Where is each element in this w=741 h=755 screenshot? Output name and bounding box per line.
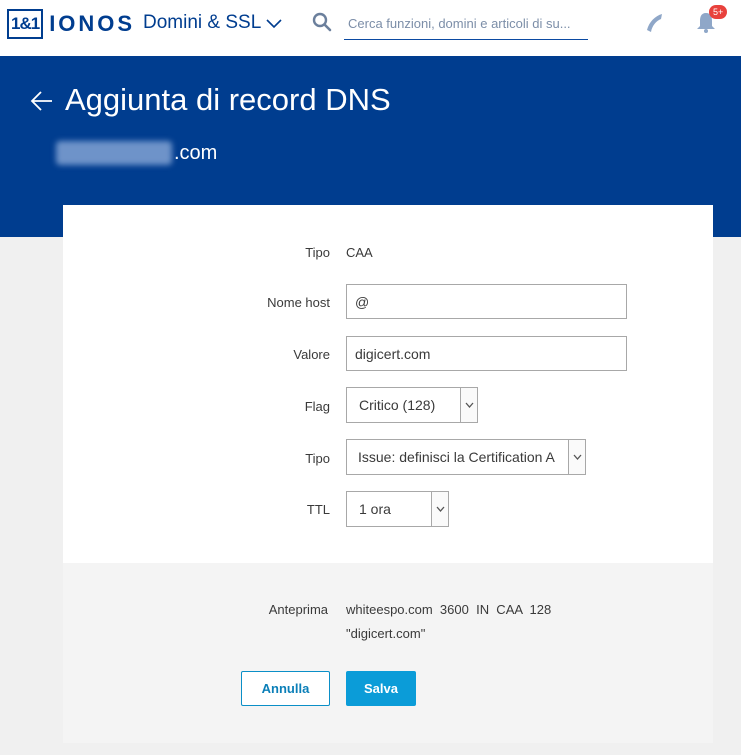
value-input[interactable]: [346, 336, 627, 371]
host-label: Nome host: [267, 295, 330, 310]
tag-select[interactable]: Issue: definisci la Certification A: [346, 439, 586, 475]
search-input[interactable]: [344, 7, 588, 40]
domain-name: .com: [56, 141, 217, 165]
product-label: Domini & SSL: [143, 12, 262, 33]
page-title: Aggiunta di record DNS: [65, 82, 391, 117]
flag-label: Flag: [304, 399, 330, 414]
notification-badge: 5+: [709, 5, 728, 19]
top-navigation-bar: 1&1 IONOS Domini & SSL 5+: [0, 0, 741, 56]
preview-record-line: whiteespo.com 3600 IN CAA 128: [346, 602, 552, 617]
product-menu[interactable]: Domini & SSL: [143, 12, 282, 34]
tag-selected-value: Issue: definisci la Certification A: [358, 449, 555, 465]
domain-suffix: .com: [174, 141, 218, 164]
phone-icon[interactable]: [643, 11, 667, 35]
valore-label: Valore: [293, 347, 330, 362]
tipo-label: Tipo: [305, 245, 330, 260]
chevron-down-icon: [431, 492, 448, 526]
save-button[interactable]: Salva: [346, 671, 416, 706]
search-icon[interactable]: [312, 12, 332, 32]
chevron-down-icon: [568, 440, 585, 474]
redacted-domain: [56, 141, 172, 165]
back-arrow-icon[interactable]: [30, 90, 54, 112]
preview-label: Anteprima: [268, 602, 328, 617]
form-footer: [63, 563, 713, 743]
host-name-input[interactable]: [346, 284, 627, 319]
ionos-logo[interactable]: 1&1 IONOS: [7, 9, 135, 39]
logo-text: IONOS: [49, 11, 136, 36]
ttl-label: TTL: [306, 502, 330, 517]
flag-select[interactable]: Critico (128): [346, 387, 478, 423]
cancel-button[interactable]: Annulla: [241, 671, 330, 706]
tag-label: Tipo: [305, 451, 330, 466]
preview-record-value: "digicert.com": [346, 626, 426, 641]
ttl-selected-value: 1 ora: [359, 501, 391, 517]
logo-box: 1&1: [7, 9, 44, 39]
chevron-down-icon: [460, 388, 477, 422]
flag-selected-value: Critico (128): [359, 397, 436, 413]
chevron-down-icon: [266, 19, 282, 29]
dns-record-form-card: Tipo CAA Nome host Valore Flag Critico (…: [63, 205, 713, 743]
notifications-button[interactable]: 5+: [695, 5, 728, 36]
tipo-value: CAA: [346, 245, 373, 260]
ttl-select[interactable]: 1 ora: [346, 491, 449, 527]
